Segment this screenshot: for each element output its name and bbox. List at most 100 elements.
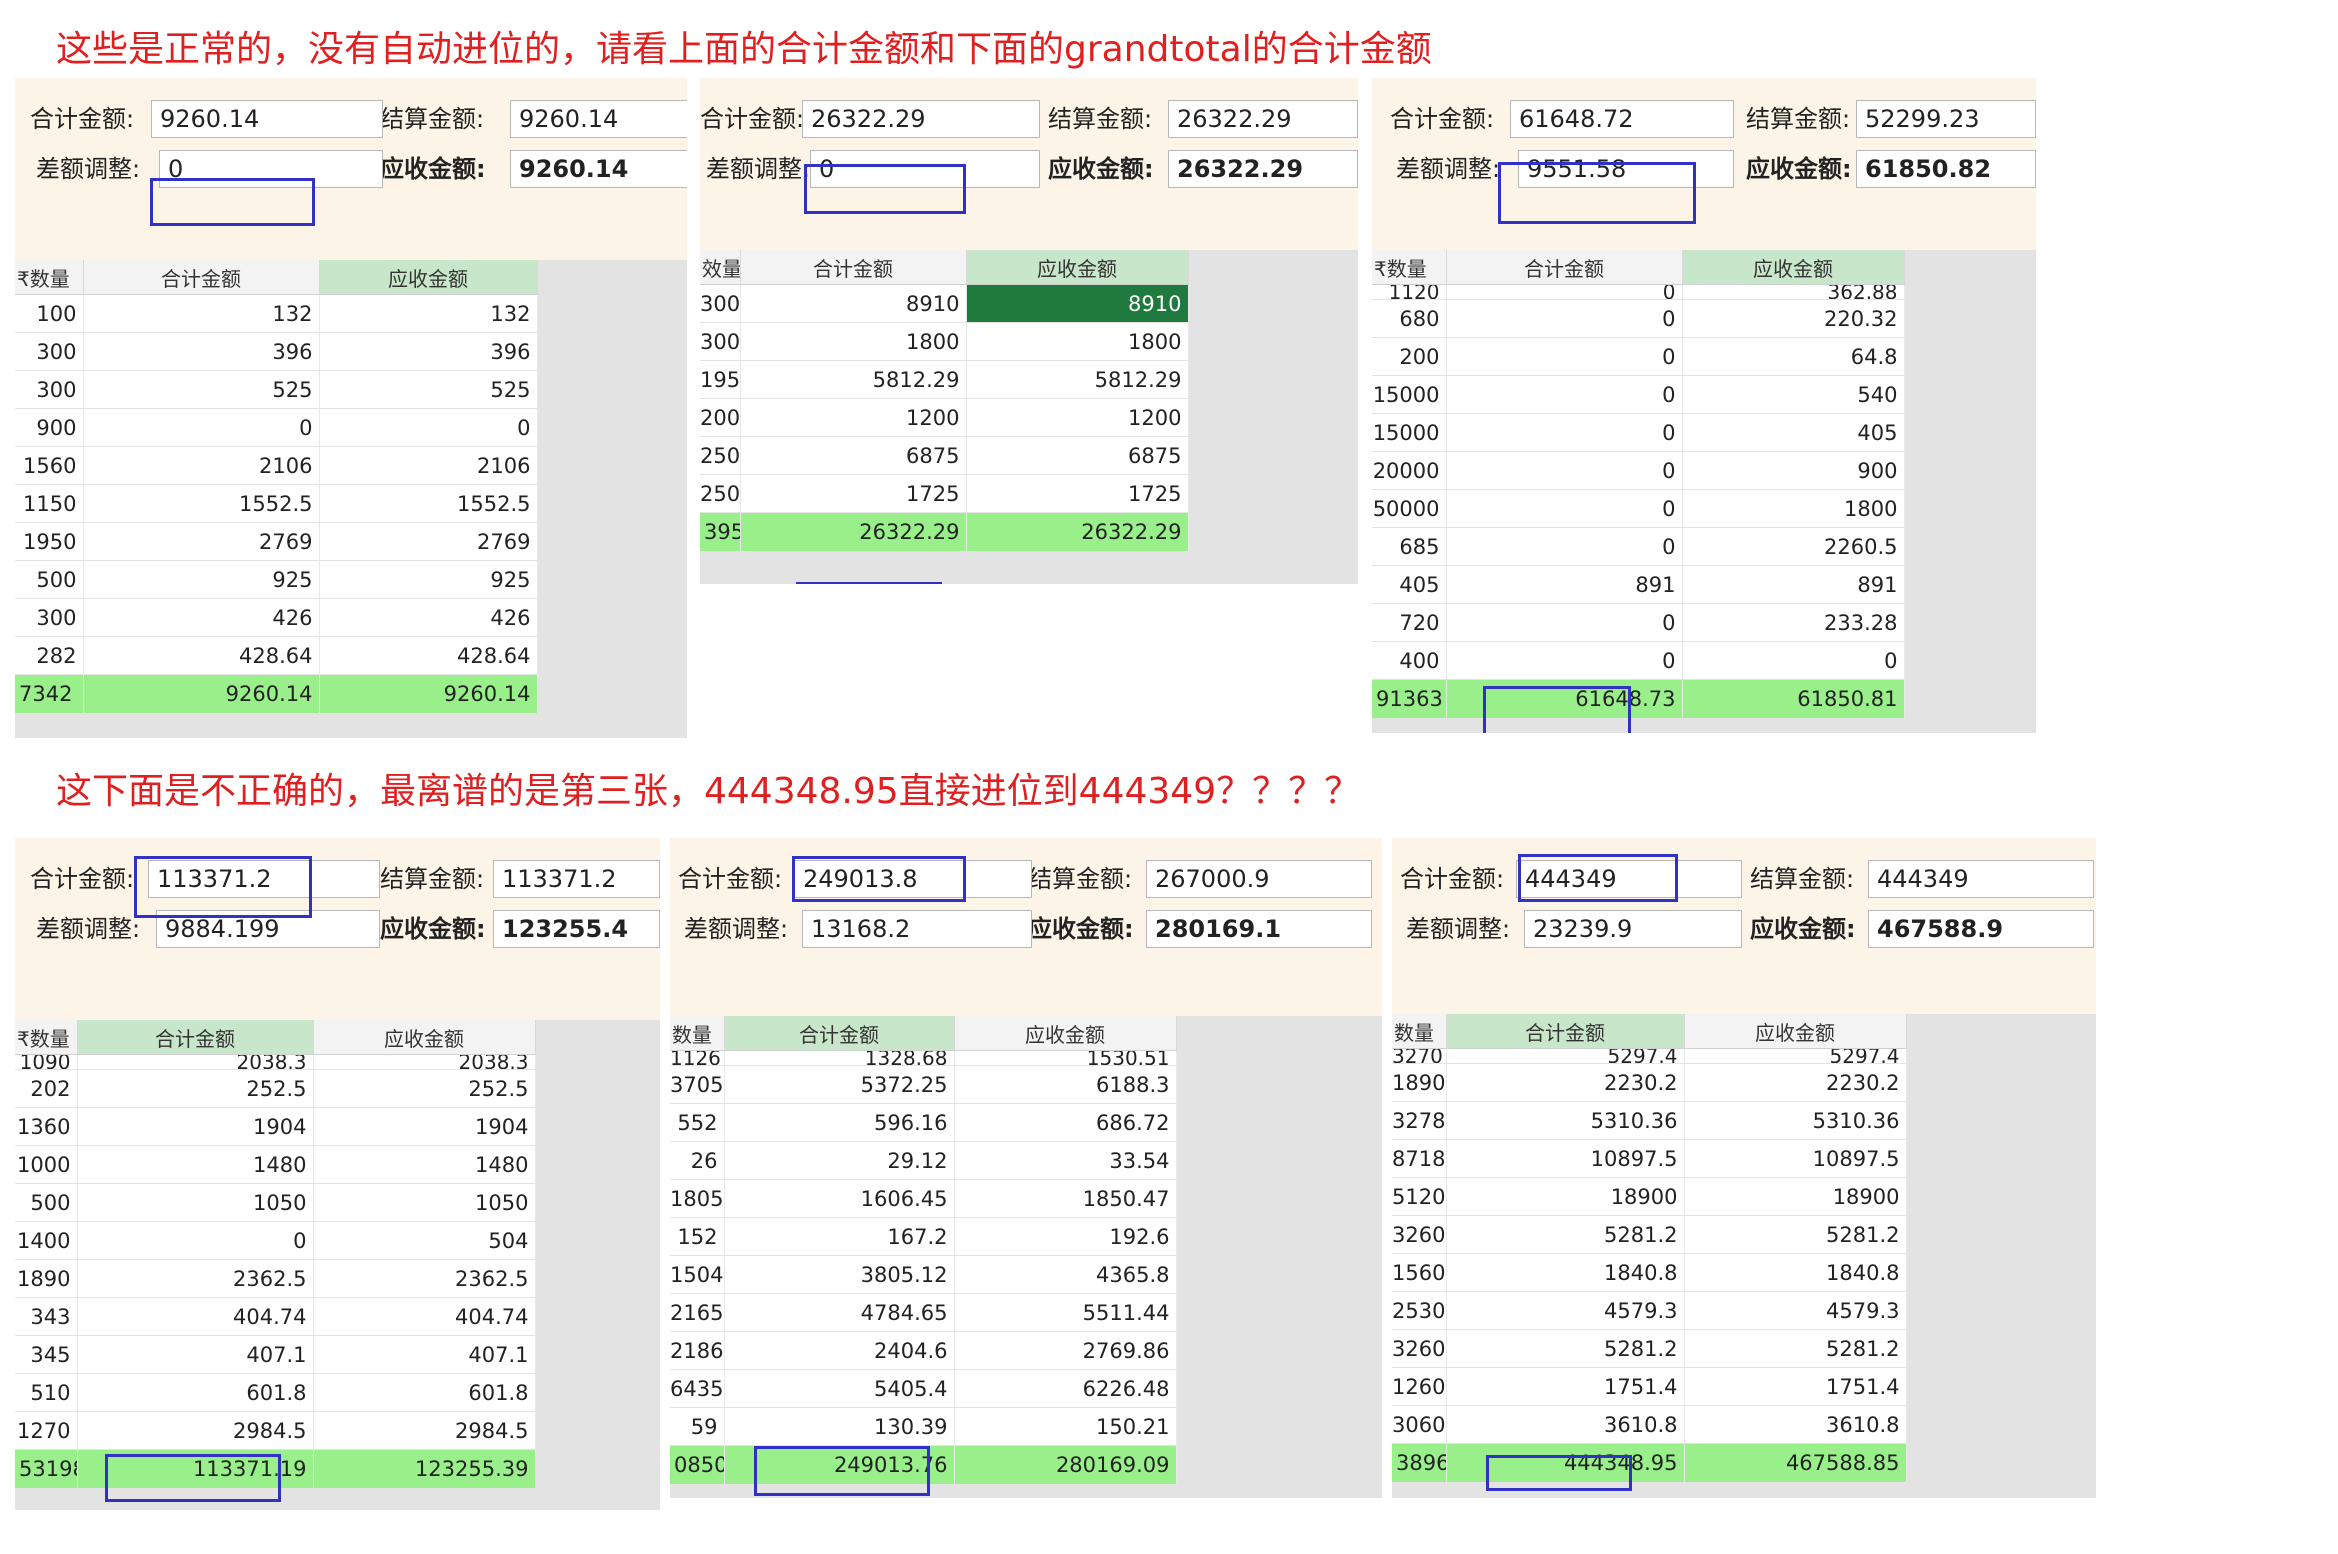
- receivable-amount-field[interactable]: 26322.29: [1168, 150, 1358, 188]
- receivable-amount-field[interactable]: 9260.14: [510, 150, 687, 188]
- settle-amount-field[interactable]: 113371.2: [493, 860, 660, 898]
- table-row[interactable]: 1000 1480 1480: [15, 1145, 536, 1184]
- table-row[interactable]: 200012001200: [700, 398, 1189, 437]
- column-header[interactable]: 合计金额: [1446, 1014, 1685, 1049]
- column-header[interactable]: 应收金额: [1684, 1014, 1907, 1049]
- settle-amount-field[interactable]: 267000.9: [1146, 860, 1372, 898]
- total-amount-field[interactable]: 26322.29: [802, 100, 1040, 138]
- table-row[interactable]: 3260 5281.2 5281.2: [1392, 1215, 1907, 1254]
- table-row[interactable]: 685 0 2260.5: [1372, 527, 1905, 566]
- table-row[interactable]: 282 428.64 428.64: [15, 636, 538, 675]
- total-amount-field[interactable]: 444349: [1516, 860, 1742, 898]
- table-row[interactable]: 2165 4784.65 5511.44: [670, 1293, 1177, 1332]
- table-row[interactable]: 6435 5405.4 6226.48: [670, 1369, 1177, 1408]
- table-row[interactable]: 1805 1606.45 1850.47: [670, 1179, 1177, 1218]
- table-row[interactable]: 200 0 64.8: [1372, 337, 1905, 376]
- table-row[interactable]: 300 426 426: [15, 598, 538, 637]
- table-row[interactable]: 20000 0 900: [1372, 451, 1905, 490]
- data-grid[interactable]: 数量 合计金额 应收金额 1126 1328.68 1530.51 3705 5372.25 6…: [670, 1016, 1382, 1498]
- column-header[interactable]: 应收金额: [1682, 250, 1905, 285]
- table-row[interactable]: 345 407.1 407.1: [15, 1335, 536, 1374]
- data-grid[interactable]: ₹数量 合计金额 应收金额 100 132 132 300 396 396 300 525 525 90…: [15, 260, 687, 738]
- table-row[interactable]: 1890 2362.5 2362.5: [15, 1259, 536, 1298]
- data-grid[interactable]: ₹数量 合计金额 应收金额 1120 0 362.88 680 0 220.32 200 0 64.8…: [1372, 250, 2036, 733]
- column-header[interactable]: 应收金额: [319, 260, 538, 295]
- receivable-amount-field[interactable]: 280169.1: [1146, 910, 1372, 948]
- column-header[interactable]: 合计金额: [83, 260, 320, 295]
- table-row[interactable]: 59 130.39 150.21: [670, 1407, 1177, 1446]
- table-row[interactable]: 8718 10897.5 10897.5: [1392, 1139, 1907, 1178]
- receivable-amount-field[interactable]: 123255.4: [493, 910, 660, 948]
- table-row[interactable]: 500 925 925: [15, 560, 538, 599]
- table-row[interactable]: 3260 5281.2 5281.2: [1392, 1329, 1907, 1368]
- table-row[interactable]: 1090 2038.3 2038.3: [15, 1054, 536, 1070]
- table-row[interactable]: 1504 3805.12 4365.8: [670, 1255, 1177, 1294]
- settle-amount-field[interactable]: 9260.14: [510, 100, 687, 138]
- column-header[interactable]: 效量: [700, 250, 741, 285]
- column-header[interactable]: ₹数量: [1372, 250, 1447, 285]
- diff-adjust-field[interactable]: 23239.9: [1524, 910, 1742, 948]
- table-row[interactable]: 15000 0 405: [1372, 413, 1905, 452]
- diff-adjust-field[interactable]: 0: [810, 150, 1040, 188]
- table-row[interactable]: 1260 1751.4 1751.4: [1392, 1367, 1907, 1406]
- table-row[interactable]: 202 252.5 252.5: [15, 1069, 536, 1108]
- column-header[interactable]: 应收金额: [954, 1016, 1177, 1051]
- column-header[interactable]: ₹数量: [15, 1020, 78, 1055]
- table-row[interactable]: 300089108910: [700, 284, 1189, 323]
- table-row[interactable]: 2530 4579.3 4579.3: [1392, 1291, 1907, 1330]
- table-row[interactable]: 1560 1840.8 1840.8: [1392, 1253, 1907, 1292]
- table-row[interactable]: 680 0 220.32: [1372, 299, 1905, 338]
- receivable-amount-field[interactable]: 61850.82: [1856, 150, 2036, 188]
- column-header[interactable]: ₹数量: [15, 260, 84, 295]
- settle-amount-field[interactable]: 52299.23: [1856, 100, 2036, 138]
- table-row[interactable]: 3278 5310.36 5310.36: [1392, 1101, 1907, 1140]
- column-header[interactable]: 应收金额: [966, 250, 1189, 285]
- table-row[interactable]: 1950 2769 2769: [15, 522, 538, 561]
- table-row[interactable]: 720 0 233.28: [1372, 603, 1905, 642]
- diff-adjust-field[interactable]: 13168.2: [802, 910, 1032, 948]
- diff-adjust-field[interactable]: 0: [159, 150, 383, 188]
- table-row[interactable]: 15000 0 540: [1372, 375, 1905, 414]
- table-row[interactable]: 1120 0 362.88: [1372, 284, 1905, 300]
- settle-amount-field[interactable]: 26322.29: [1168, 100, 1358, 138]
- column-header[interactable]: 数量: [1392, 1014, 1447, 1049]
- table-row[interactable]: 250068756875: [700, 436, 1189, 475]
- table-row[interactable]: 1270 2984.5 2984.5: [15, 1411, 536, 1450]
- table-row[interactable]: 1150 1552.5 1552.5: [15, 484, 538, 523]
- table-row[interactable]: 300018001800: [700, 322, 1189, 361]
- total-amount-field[interactable]: 9260.14: [151, 100, 383, 138]
- column-header[interactable]: 数量: [670, 1016, 725, 1051]
- table-row[interactable]: 3705 5372.25 6188.3: [670, 1065, 1177, 1104]
- table-row[interactable]: 26 29.12 33.54: [670, 1141, 1177, 1180]
- diff-adjust-field[interactable]: 9884.199: [156, 910, 380, 948]
- table-row[interactable]: 500 1050 1050: [15, 1183, 536, 1222]
- table-row[interactable]: 250017251725: [700, 474, 1189, 513]
- settle-amount-field[interactable]: 444349: [1868, 860, 2094, 898]
- table-row[interactable]: 3270 5297.4 5297.4: [1392, 1048, 1907, 1064]
- table-row[interactable]: 343 404.74 404.74: [15, 1297, 536, 1336]
- total-amount-field[interactable]: 61648.72: [1510, 100, 1734, 138]
- column-header[interactable]: 合计金额: [77, 1020, 314, 1055]
- table-row[interactable]: 50000 0 1800: [1372, 489, 1905, 528]
- table-row[interactable]: 510 601.8 601.8: [15, 1373, 536, 1412]
- column-header[interactable]: 合计金额: [724, 1016, 955, 1051]
- table-row[interactable]: 1400 0 504: [15, 1221, 536, 1260]
- column-header[interactable]: 合计金额: [740, 250, 967, 285]
- table-row[interactable]: 405 891 891: [1372, 565, 1905, 604]
- table-row[interactable]: 400 0 0: [1372, 641, 1905, 680]
- table-row[interactable]: 5120 18900 18900: [1392, 1177, 1907, 1216]
- data-grid[interactable]: ₹数量 合计金额 应收金额 1090 2038.3 2038.3 202 252.5 252.5…: [15, 1020, 660, 1510]
- table-row[interactable]: 300 396 396: [15, 332, 538, 371]
- table-row[interactable]: 152 167.2 192.6: [670, 1217, 1177, 1256]
- receivable-amount-field[interactable]: 467588.9: [1868, 910, 2094, 948]
- table-row[interactable]: 1360 1904 1904: [15, 1107, 536, 1146]
- data-grid[interactable]: 效量合计金额应收金额300089108910300018001800195758…: [700, 250, 1358, 584]
- table-row[interactable]: 300 525 525: [15, 370, 538, 409]
- data-grid[interactable]: 数量 合计金额 应收金额 3270 5297.4 5297.4 1890 2230.2 2230…: [1392, 1014, 2096, 1498]
- total-amount-field[interactable]: 113371.2: [148, 860, 380, 898]
- table-row[interactable]: 19575812.295812.29: [700, 360, 1189, 399]
- total-amount-field[interactable]: 249013.8: [794, 860, 1032, 898]
- table-row[interactable]: 1126 1328.68 1530.51: [670, 1050, 1177, 1066]
- diff-adjust-field[interactable]: 9551.58: [1518, 150, 1734, 188]
- table-row[interactable]: 100 132 132: [15, 294, 538, 333]
